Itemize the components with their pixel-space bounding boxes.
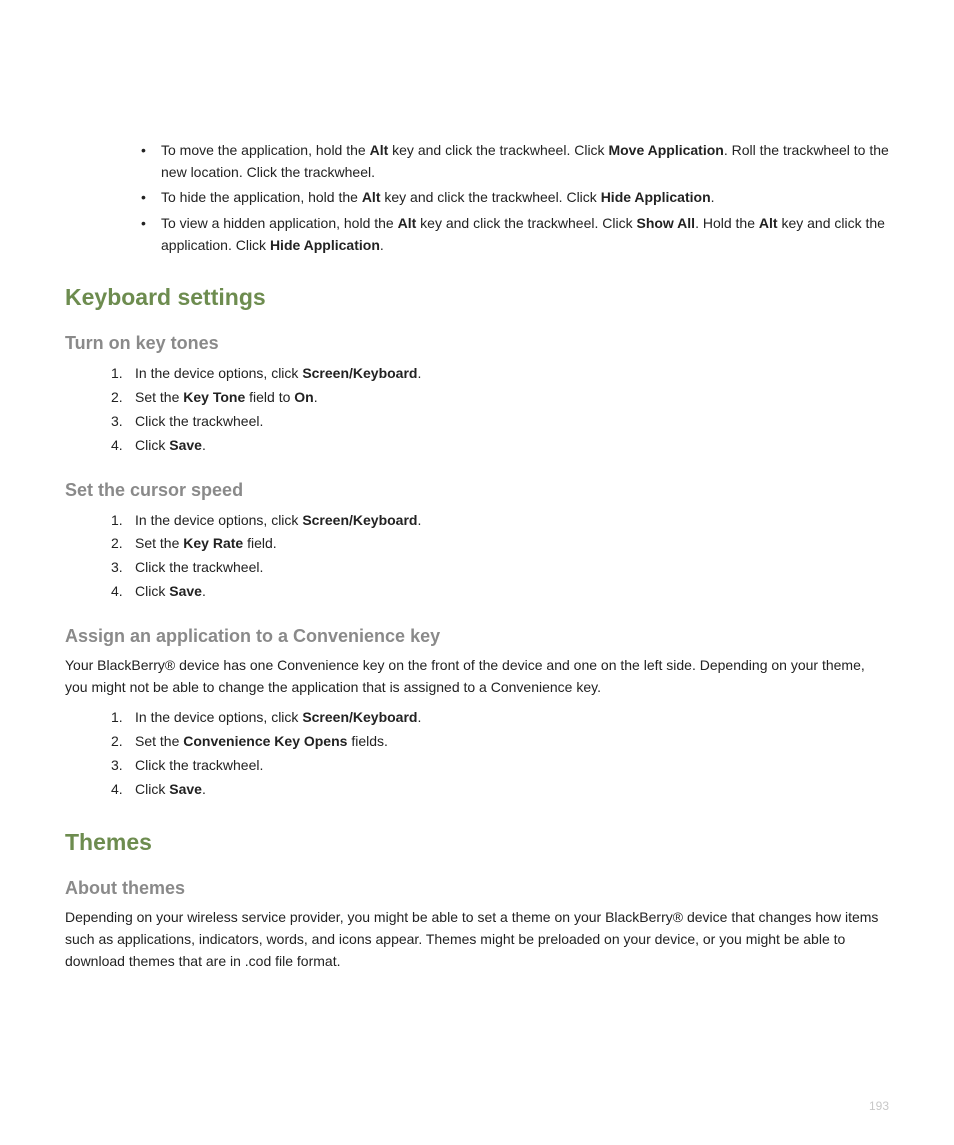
- text: field to: [245, 389, 294, 405]
- subsection-heading-about-themes: About themes: [65, 878, 889, 899]
- paragraph-convenience-intro: Your BlackBerry® device has one Convenie…: [65, 655, 889, 698]
- bold-text: Key Tone: [183, 389, 245, 405]
- section-heading-themes: Themes: [65, 829, 889, 856]
- bold-text: Save: [169, 583, 202, 599]
- steps-list-convenience: In the device options, click Screen/Keyb…: [65, 706, 889, 801]
- bold-text: Hide Application: [270, 237, 380, 253]
- bold-text: Save: [169, 437, 202, 453]
- subsection-heading-convenience: Assign an application to a Convenience k…: [65, 626, 889, 647]
- bold-text: Screen/Keyboard: [302, 365, 417, 381]
- step-item: Click Save.: [111, 580, 889, 604]
- bold-text: Screen/Keyboard: [302, 709, 417, 725]
- step-item: In the device options, click Screen/Keyb…: [111, 362, 889, 386]
- text: .: [417, 365, 421, 381]
- bold-text: Screen/Keyboard: [302, 512, 417, 528]
- step-item: Set the Key Tone field to On.: [111, 386, 889, 410]
- step-item: Click Save.: [111, 434, 889, 458]
- text: Click: [135, 781, 169, 797]
- bold-text: Save: [169, 781, 202, 797]
- text: Click: [135, 583, 169, 599]
- text: .: [417, 512, 421, 528]
- step-item: Click Save.: [111, 778, 889, 802]
- bold-text: Show All: [636, 215, 695, 231]
- text: Click the trackwheel.: [135, 413, 263, 429]
- step-item: Click the trackwheel.: [111, 754, 889, 778]
- text: In the device options, click: [135, 512, 302, 528]
- bold-text: On: [294, 389, 313, 405]
- text: Set the: [135, 733, 183, 749]
- bold-text: Convenience Key Opens: [183, 733, 347, 749]
- step-item: In the device options, click Screen/Keyb…: [111, 706, 889, 730]
- text: To view a hidden application, hold the: [161, 215, 398, 231]
- step-item: Set the Convenience Key Opens fields.: [111, 730, 889, 754]
- bold-text: Hide Application: [601, 189, 711, 205]
- section-heading-keyboard: Keyboard settings: [65, 284, 889, 311]
- subsection-heading-keytones: Turn on key tones: [65, 333, 889, 354]
- page-number: 193: [869, 1099, 889, 1113]
- bold-text: Alt: [759, 215, 778, 231]
- text: .: [417, 709, 421, 725]
- step-item: Click the trackwheel.: [111, 556, 889, 580]
- text: field.: [243, 535, 276, 551]
- text: To move the application, hold the: [161, 142, 370, 158]
- text: Click the trackwheel.: [135, 559, 263, 575]
- steps-list-cursor: In the device options, click Screen/Keyb…: [65, 509, 889, 604]
- text: fields.: [347, 733, 387, 749]
- text: Set the: [135, 535, 183, 551]
- steps-list-keytones: In the device options, click Screen/Keyb…: [65, 362, 889, 457]
- bold-text: Alt: [362, 189, 381, 205]
- text: Click: [135, 437, 169, 453]
- text: Click the trackwheel.: [135, 757, 263, 773]
- bullet-list: To move the application, hold the Alt ke…: [65, 140, 889, 256]
- bold-text: Alt: [398, 215, 417, 231]
- step-item: Click the trackwheel.: [111, 410, 889, 434]
- text: To hide the application, hold the: [161, 189, 362, 205]
- text: In the device options, click: [135, 365, 302, 381]
- text: .: [380, 237, 384, 253]
- step-item: Set the Key Rate field.: [111, 532, 889, 556]
- text: .: [202, 781, 206, 797]
- text: .: [314, 389, 318, 405]
- text: .: [711, 189, 715, 205]
- text: key and click the trackwheel. Click: [380, 189, 600, 205]
- text: Set the: [135, 389, 183, 405]
- bullet-item: To view a hidden application, hold the A…: [147, 213, 889, 256]
- text: key and click the trackwheel. Click: [416, 215, 636, 231]
- text: .: [202, 583, 206, 599]
- document-page: To move the application, hold the Alt ke…: [0, 0, 954, 1145]
- step-item: In the device options, click Screen/Keyb…: [111, 509, 889, 533]
- text: .: [202, 437, 206, 453]
- paragraph-about-themes: Depending on your wireless service provi…: [65, 907, 889, 972]
- bold-text: Move Application: [608, 142, 723, 158]
- text: key and click the trackwheel. Click: [388, 142, 608, 158]
- bullet-item: To hide the application, hold the Alt ke…: [147, 187, 889, 209]
- subsection-heading-cursor: Set the cursor speed: [65, 480, 889, 501]
- bullet-item: To move the application, hold the Alt ke…: [147, 140, 889, 183]
- bold-text: Key Rate: [183, 535, 243, 551]
- bold-text: Alt: [370, 142, 389, 158]
- text: . Hold the: [695, 215, 759, 231]
- text: In the device options, click: [135, 709, 302, 725]
